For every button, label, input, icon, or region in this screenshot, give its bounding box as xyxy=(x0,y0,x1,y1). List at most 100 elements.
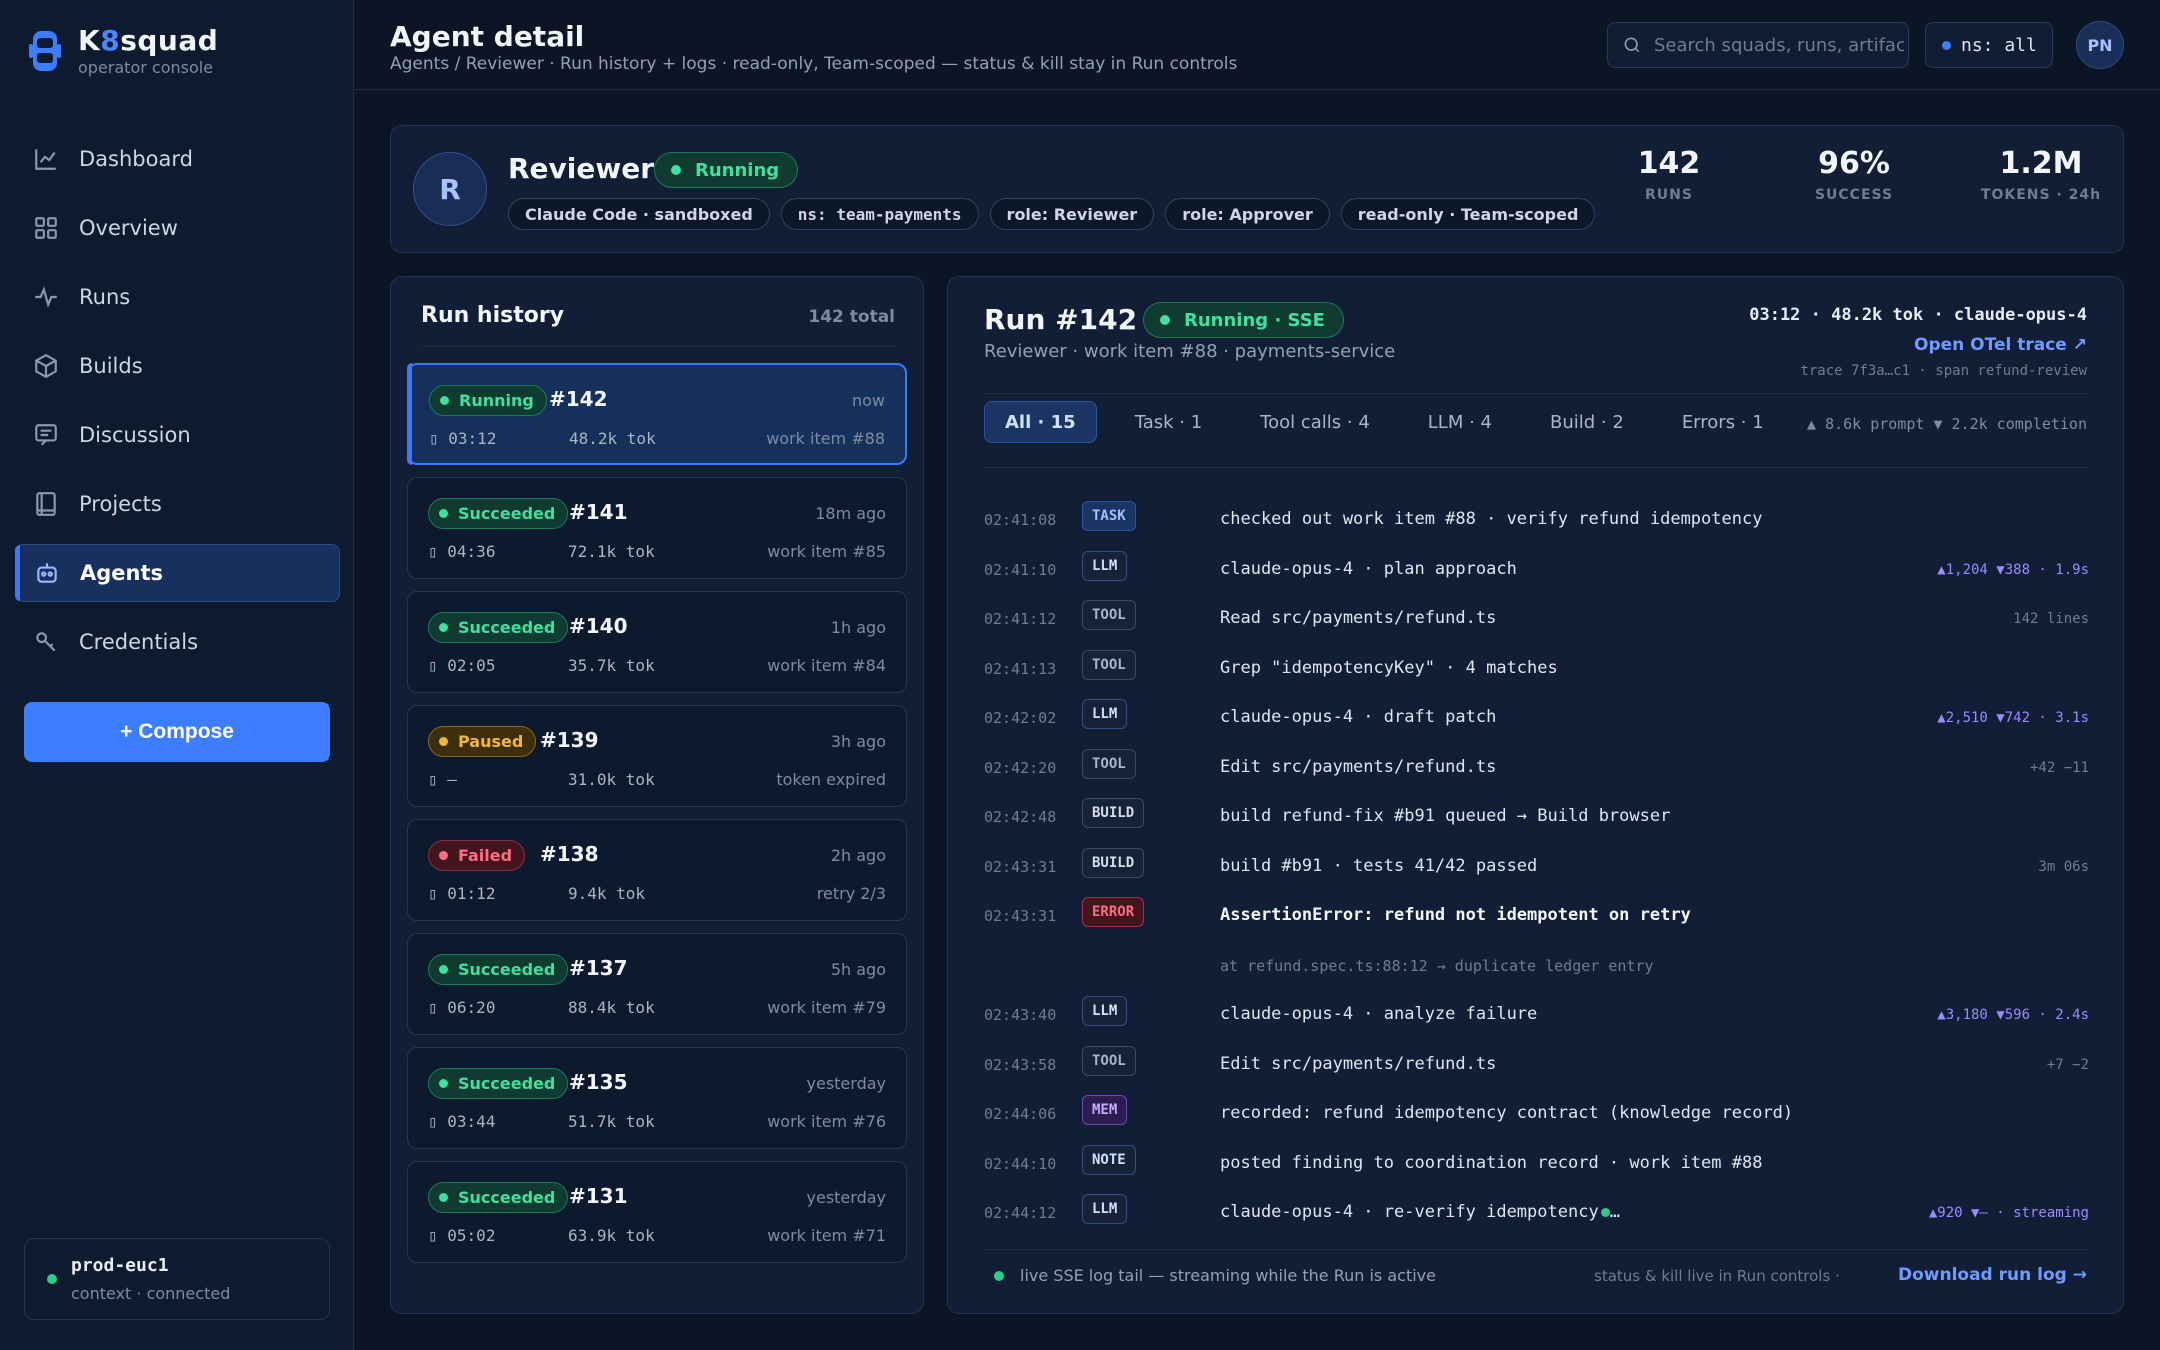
log-row[interactable]: 02:43:31 BUILD build #b91 · tests 41/42 pa… xyxy=(984,846,2089,896)
run-status-label: Failed xyxy=(458,846,513,865)
run-history-item[interactable]: Succeeded #135 yesterday ▯ 03:44 51.7k tok wo… xyxy=(407,1047,907,1149)
run-duration-value: 04:36 xyxy=(447,542,496,561)
log-detail: ▲920 ▼— · streaming xyxy=(1928,1205,2089,1221)
clock-icon: ▯ xyxy=(429,429,439,448)
sidebar-item-runs[interactable]: Runs xyxy=(15,268,340,326)
stat-success: 96% SUCCESS xyxy=(1789,146,1919,203)
log-row[interactable]: 02:43:58 TOOL Edit src/payments/refund.ts +… xyxy=(984,1044,2089,1094)
log-message: Edit src/payments/refund.ts xyxy=(1220,1053,1497,1074)
log-message-text: claude-opus-4 · re-verify idempotency xyxy=(1220,1202,1599,1222)
run-history-item[interactable]: Failed #138 2h ago ▯ 01:12 9.4k tok retry 2/3 xyxy=(407,819,907,921)
namespace-selector[interactable]: ns: all xyxy=(1925,22,2053,68)
status-dot xyxy=(439,965,448,974)
run-history-item[interactable]: Succeeded #137 5h ago ▯ 06:20 88.4k tok work … xyxy=(407,933,907,1035)
log-row[interactable]: at refund.spec.ts:88:12 → duplicate ledg… xyxy=(984,945,2089,995)
log-row[interactable]: 02:43:40 LLM claude-opus-4 · analyze failu… xyxy=(984,994,2089,1044)
sidebar-item-label: Overview xyxy=(79,216,178,240)
log-row[interactable]: 02:44:06 MEM recorded: refund idempotency … xyxy=(984,1093,2089,1143)
log-timestamp: 02:44:06 xyxy=(984,1105,1057,1123)
log-row[interactable]: 02:43:31 ERROR AssertionError: refund not … xyxy=(984,895,2089,945)
brand-name: K8squad xyxy=(78,24,219,57)
log-row[interactable]: 02:44:10 NOTE posted finding to coordinati… xyxy=(984,1143,2089,1193)
sidebar-item-projects[interactable]: Projects xyxy=(15,475,340,533)
run-status-badge: Succeeded xyxy=(428,612,569,643)
status-dot xyxy=(439,623,448,632)
sidebar-nav: Dashboard Overview Runs Builds Discussio… xyxy=(15,130,340,682)
run-history-item[interactable]: Paused #139 3h ago ▯ — 31.0k tok token expire… xyxy=(407,705,907,807)
sidebar-item-discussion[interactable]: Discussion xyxy=(15,406,340,464)
run-time: now xyxy=(851,391,885,410)
log-kind-badge: TASK xyxy=(1082,501,1136,531)
divider xyxy=(984,1249,2089,1250)
open-otel-trace-link[interactable]: Open OTel trace ↗ xyxy=(1914,335,2087,355)
search-input[interactable] xyxy=(1654,34,1904,56)
log-row[interactable]: 02:42:48 BUILD build refund-fix #b91 queue… xyxy=(984,796,2089,846)
run-time: 2h ago xyxy=(830,846,886,865)
filter-all[interactable]: All · 15 xyxy=(984,401,1097,443)
log-timestamp: 02:43:31 xyxy=(984,907,1057,925)
log-message: AssertionError: refund not idempotent on… xyxy=(1220,905,1691,925)
download-run-log-link[interactable]: Download run log → xyxy=(1898,1265,2087,1285)
live-tail-status: live SSE log tail — streaming while the … xyxy=(1020,1266,1436,1285)
clock-icon: ▯ xyxy=(428,1226,438,1245)
sidebar-item-overview[interactable]: Overview xyxy=(15,199,340,257)
compose-button[interactable]: + Compose xyxy=(24,702,330,762)
log-row[interactable]: 02:42:20 TOOL Edit src/payments/refund.ts +… xyxy=(984,747,2089,797)
run-duration-value: 06:20 xyxy=(447,998,496,1017)
run-title: Run #142 xyxy=(984,303,1138,336)
user-avatar[interactable]: PN xyxy=(2076,21,2124,69)
log-timestamp: 02:41:08 xyxy=(984,511,1057,529)
run-status-label: Succeeded xyxy=(458,618,556,637)
run-history-item[interactable]: Succeeded #140 1h ago ▯ 02:05 35.7k tok work … xyxy=(407,591,907,693)
run-status-badge: Running xyxy=(429,385,547,416)
log-row[interactable]: 02:41:10 LLM claude-opus-4 · plan approach… xyxy=(984,549,2089,599)
log-detail: 142 lines xyxy=(2013,611,2089,627)
log-message: at refund.spec.ts:88:12 → duplicate ledg… xyxy=(1220,956,1654,975)
filter-errors[interactable]: Errors · 1 xyxy=(1662,401,1784,443)
log-detail: ▲1,204 ▼388 · 1.9s xyxy=(1937,561,2089,578)
filter-build[interactable]: Build · 2 xyxy=(1530,401,1644,443)
log-row[interactable]: 02:42:02 LLM claude-opus-4 · draft patch ▲2… xyxy=(984,697,2089,747)
sidebar-item-agents[interactable]: Agents xyxy=(15,544,340,602)
run-subtitle: Reviewer · work item #88 · payments-serv… xyxy=(984,341,1396,362)
log-kind-badge: ERROR xyxy=(1082,897,1145,927)
run-history-item[interactable]: Running #142 now ▯ 03:12 48.2k tok work item … xyxy=(407,363,907,465)
agent-status-label: Running xyxy=(695,159,780,181)
log-message: Grep "idempotencyKey" · 4 matches xyxy=(1220,657,1558,678)
brand[interactable]: K8squad operator console xyxy=(28,24,218,77)
log-row[interactable]: 02:41:08 TASK checked out work item #88 · … xyxy=(984,499,2089,549)
run-time: yesterday xyxy=(806,1074,887,1093)
context-switcher[interactable]: prod-euc1 context · connected xyxy=(24,1238,330,1320)
stat-value: 96% xyxy=(1818,146,1890,181)
run-status-badge: Succeeded xyxy=(428,1068,569,1099)
sidebar-item-builds[interactable]: Builds xyxy=(15,337,340,395)
sidebar-item-dashboard[interactable]: Dashboard xyxy=(15,130,340,188)
run-reference: work item #88 xyxy=(766,429,885,448)
run-reference: work item #85 xyxy=(767,542,886,561)
run-tokens: 31.0k tok xyxy=(568,770,655,789)
run-history-item[interactable]: Succeeded #131 yesterday ▯ 05:02 63.9k tok wo… xyxy=(407,1161,907,1263)
log-kind-badge: LLM xyxy=(1082,1194,1128,1224)
run-history-panel: Run history 142 total Running #142 now ▯ 03… xyxy=(390,276,924,1314)
log-row[interactable]: 02:41:12 TOOL Read src/payments/refund.ts 1… xyxy=(984,598,2089,648)
agent-name: Reviewer xyxy=(508,152,655,185)
sidebar-item-credentials[interactable]: Credentials xyxy=(15,613,340,671)
live-indicator-dot xyxy=(994,1271,1004,1281)
run-history-item[interactable]: Succeeded #141 18m ago ▯ 04:36 72.1k tok work… xyxy=(407,477,907,579)
run-time: 5h ago xyxy=(830,960,886,979)
grid-icon xyxy=(35,217,57,239)
robot-logo-icon xyxy=(29,30,61,71)
top-bar: Agent detail Agents / Reviewer · Run his… xyxy=(355,0,2160,90)
brand-subtitle: operator console xyxy=(78,58,214,77)
sidebar-item-label: Agents xyxy=(80,561,164,585)
run-status-label: Running · SSE xyxy=(1184,309,1325,331)
log-row[interactable]: 02:44:12 LLM claude-opus-4 · re-verify ide… xyxy=(984,1192,2089,1242)
log-timestamp: 02:43:58 xyxy=(984,1055,1057,1074)
run-id: #137 xyxy=(569,956,628,980)
log-row[interactable]: 02:41:13 TOOL Grep "idempotencyKey" · 4 ma… xyxy=(984,648,2089,698)
search-box[interactable] xyxy=(1607,22,1909,68)
filter-task[interactable]: Task · 1 xyxy=(1115,401,1222,443)
filter-llm[interactable]: LLM · 4 xyxy=(1408,401,1512,443)
filter-tool-calls[interactable]: Tool calls · 4 xyxy=(1240,401,1390,443)
log-timestamp: 02:42:48 xyxy=(984,808,1057,826)
